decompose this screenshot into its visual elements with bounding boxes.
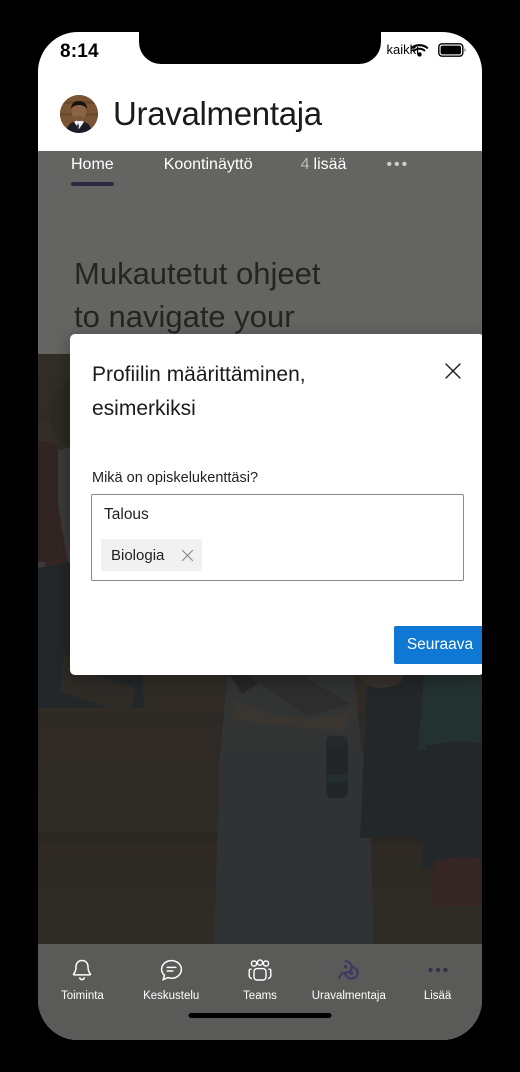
- bell-icon: [70, 957, 94, 983]
- home-indicator: [188, 1013, 332, 1018]
- bottom-nav: Toiminta Keskustelu Teams Uravalmentaja …: [38, 944, 482, 1040]
- carrier-label: kaikki: [386, 42, 419, 57]
- nav-item-toiminta[interactable]: Toiminta: [38, 957, 127, 1002]
- ellipsis-icon: [425, 957, 451, 983]
- people-icon: [246, 957, 274, 983]
- study-field-input[interactable]: Talous Biologia: [91, 494, 464, 581]
- nav-label-teams: Teams: [243, 990, 277, 1002]
- tab-koontinaytto[interactable]: Koontinäyttö: [164, 151, 253, 174]
- tab-more-label: lisää: [313, 156, 347, 173]
- chat-icon: [159, 957, 184, 983]
- nav-label-toiminta: Toiminta: [60, 990, 104, 1002]
- tab-more-count: 4: [300, 156, 310, 173]
- study-field-value: Talous: [104, 506, 149, 523]
- tab-home-label: Home: [71, 156, 114, 173]
- status-indicators: kaikki: [386, 42, 466, 57]
- page-title: Uravalmentaja: [113, 94, 322, 132]
- status-time: 8:14: [60, 41, 99, 62]
- chip-label: Biologia: [111, 546, 165, 564]
- screenshot-root: Mukautetut ohjeet to navigate your: [0, 0, 520, 1072]
- nav-item-uravalmentaja[interactable]: Uravalmentaja: [304, 957, 393, 1002]
- career-coach-icon: [335, 957, 362, 983]
- close-icon[interactable]: [438, 356, 468, 386]
- tab-more[interactable]: 4 lisää: [301, 151, 347, 174]
- tab-active-underline: [71, 182, 114, 186]
- phone-screen: Mukautetut ohjeet to navigate your: [38, 32, 482, 1040]
- ellipsis-icon[interactable]: •••: [386, 151, 409, 174]
- phone-frame: Mukautetut ohjeet to navigate your: [18, 18, 502, 1054]
- dialog-title: Profiilin määrittäminen, esimerkiksi: [92, 363, 306, 420]
- tab-strip: Home Koontinäyttö 4 lisää •••: [38, 151, 482, 199]
- chip-remove-close-icon[interactable]: [178, 546, 196, 564]
- field-label-study-field: Mikä on opiskelukenttäsi?: [92, 470, 259, 486]
- avatar[interactable]: [60, 94, 98, 133]
- next-button[interactable]: Seuraava: [394, 626, 482, 664]
- user-avatar-icon: [60, 94, 98, 133]
- selected-tag-chip[interactable]: Biologia: [101, 539, 203, 571]
- battery-icon: [438, 42, 466, 57]
- app-header: Uravalmentaja: [38, 76, 482, 151]
- device-notch: [139, 32, 381, 64]
- profile-setup-dialog: Profiilin määrittäminen, esimerkiksi Mik…: [70, 334, 482, 675]
- nav-item-teams[interactable]: Teams: [216, 957, 305, 1002]
- nav-item-lisaa[interactable]: Lisää: [393, 957, 482, 1002]
- tab-home[interactable]: Home: [71, 151, 114, 186]
- nav-label-keskustelu: Keskustelu: [143, 990, 200, 1002]
- nav-label-lisaa: Lisää: [423, 990, 452, 1002]
- tab-koontinaytto-label: Koontinäyttö: [163, 156, 253, 173]
- nav-item-keskustelu[interactable]: Keskustelu: [127, 957, 216, 1002]
- nav-label-uravalmentaja: Uravalmentaja: [311, 990, 386, 1002]
